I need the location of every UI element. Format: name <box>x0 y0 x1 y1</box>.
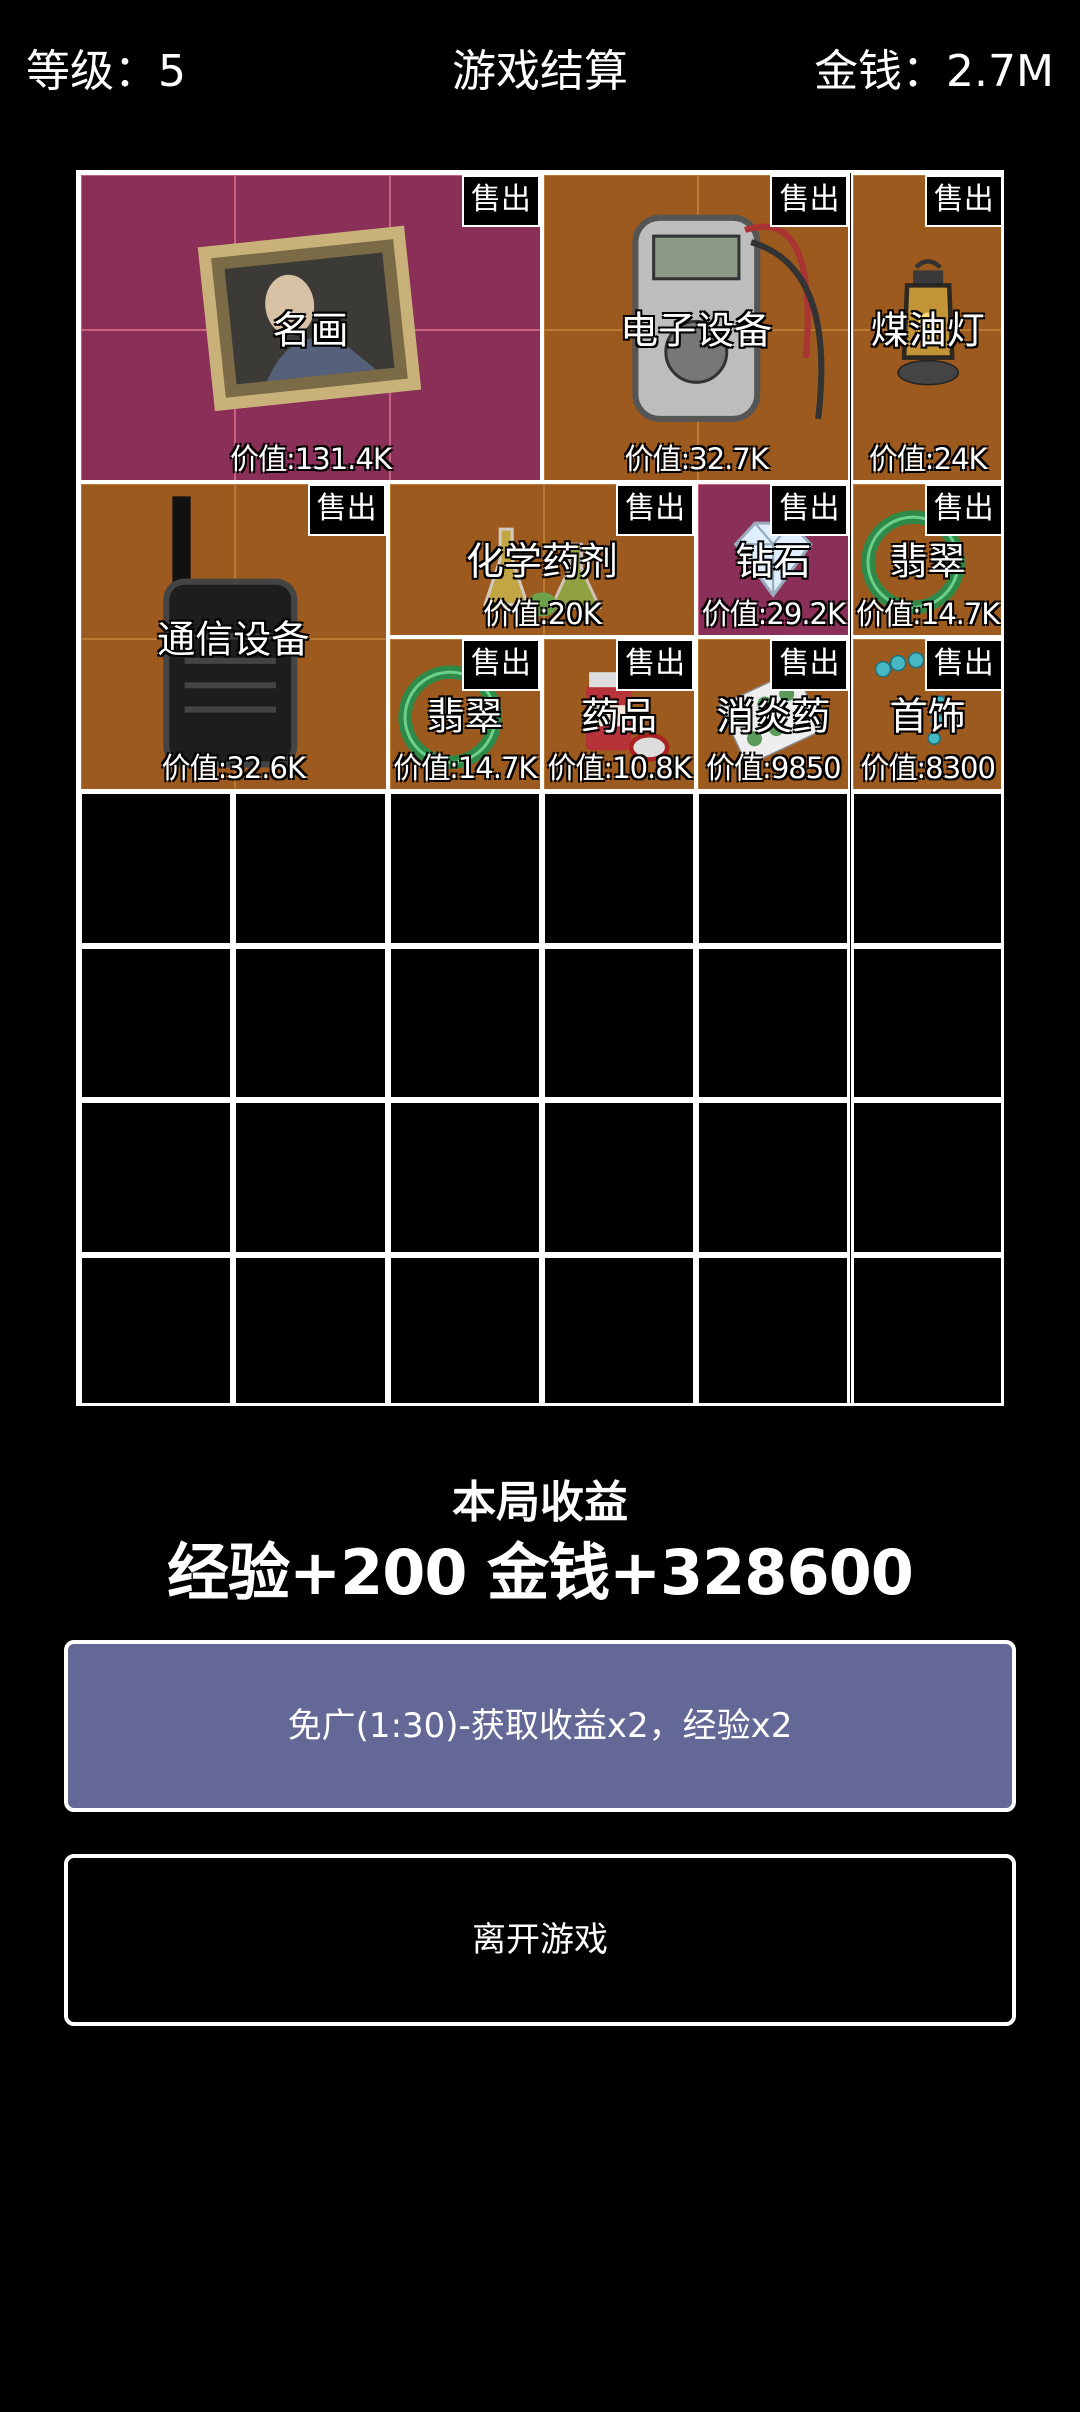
inventory-item[interactable]: 翡翠价值:14.7K 售出 <box>850 482 1001 637</box>
item-value: 价值:9850 <box>706 751 842 785</box>
inventory-item[interactable]: 电子设备价值:32.7K 售出 <box>541 173 851 482</box>
earnings-detail: 经验+200 金钱+328600 <box>167 1536 914 1609</box>
empty-slot[interactable] <box>696 791 851 946</box>
item-value: 价值:32.7K <box>624 442 769 476</box>
sell-button[interactable]: 售出 <box>924 175 1001 227</box>
item-value: 价值:14.7K <box>855 596 1000 631</box>
empty-slot[interactable] <box>387 1100 542 1255</box>
empty-slot[interactable] <box>233 1100 388 1255</box>
sell-button[interactable]: 售出 <box>461 638 540 691</box>
item-name: 名画 <box>272 307 349 352</box>
item-name: 消炎药 <box>716 694 831 739</box>
empty-slot[interactable] <box>696 945 851 1100</box>
item-name: 药品 <box>581 694 658 739</box>
empty-slot[interactable] <box>850 791 1001 946</box>
empty-slot[interactable] <box>850 945 1001 1100</box>
empty-slot[interactable] <box>233 945 388 1100</box>
item-name: 煤油灯 <box>870 307 985 352</box>
inventory-item[interactable]: 通信设备价值:32.6K 售出 <box>79 482 388 791</box>
empty-slot[interactable] <box>541 945 697 1100</box>
inventory-item[interactable]: 钻石价值:29.2K 售出 <box>696 482 851 637</box>
item-value: 价值:10.8K <box>547 751 691 785</box>
item-name: 电子设备 <box>620 307 773 352</box>
sell-button[interactable]: 售出 <box>770 484 849 536</box>
sell-button[interactable]: 售出 <box>924 638 1001 691</box>
earnings-title: 本局收益 <box>452 1477 628 1528</box>
item-name: 化学药剂 <box>465 539 618 584</box>
item-value: 价值:8300 <box>860 751 996 785</box>
item-value: 价值:131.4K <box>230 442 392 476</box>
empty-slot[interactable] <box>233 1254 388 1403</box>
empty-slot[interactable] <box>696 1100 851 1255</box>
item-name: 翡翠 <box>889 539 966 584</box>
item-value: 价值:29.2K <box>701 596 846 631</box>
empty-slot[interactable] <box>233 791 388 946</box>
inventory-grid: 名画 价值:131.4K 售出 电子设备 价值:32.7K 售出 煤油灯 价值:24K 售出 通信… <box>76 170 1004 1406</box>
item-value: 价值:14.7K <box>393 751 537 785</box>
inventory-item[interactable]: 翡翠价值:14.7K 售出 <box>387 636 542 791</box>
inventory-item[interactable]: 药品价值:10.8K 售出 <box>541 636 697 791</box>
sell-button[interactable]: 售出 <box>770 175 849 227</box>
item-value: 价值:32.6K <box>161 751 306 785</box>
item-name: 翡翠 <box>426 694 503 739</box>
empty-slot[interactable] <box>541 1254 697 1403</box>
inventory-item[interactable]: 首饰价值:8300 售出 <box>850 636 1001 791</box>
inventory-item[interactable]: 化学药剂价值:20K 售出 <box>387 482 697 637</box>
inventory-item[interactable]: 煤油灯价值:24K 售出 <box>850 173 1001 482</box>
item-name: 通信设备 <box>157 616 310 661</box>
item-name: 首饰 <box>889 694 966 739</box>
sell-button[interactable]: 售出 <box>616 484 695 536</box>
empty-slot[interactable] <box>387 1254 542 1403</box>
item-value: 价值:24K <box>868 442 988 476</box>
empty-slot[interactable] <box>79 791 234 946</box>
double-rewards-ad-button[interactable]: 免广(1:30)-获取收益x2，经验x2 <box>64 1640 1016 1812</box>
sell-button[interactable]: 售出 <box>924 484 1001 536</box>
empty-slot[interactable] <box>79 1254 234 1403</box>
empty-slot[interactable] <box>850 1100 1001 1255</box>
empty-slot[interactable] <box>541 1100 697 1255</box>
sell-button[interactable]: 售出 <box>307 484 386 536</box>
leave-game-button[interactable]: 离开游戏 <box>64 1854 1016 2026</box>
empty-slot[interactable] <box>79 945 234 1100</box>
sell-button[interactable]: 售出 <box>461 175 540 227</box>
item-value: 价值:20K <box>483 596 602 631</box>
empty-slot[interactable] <box>696 1254 851 1403</box>
inventory-item[interactable]: 名画价值:131.4K 售出 <box>79 173 542 482</box>
inventory-item[interactable]: 消炎药价值:9850 售出 <box>696 636 851 791</box>
empty-slot[interactable] <box>79 1100 234 1255</box>
empty-slot[interactable] <box>387 791 542 946</box>
sell-button[interactable]: 售出 <box>770 638 849 691</box>
empty-slot[interactable] <box>541 791 697 946</box>
item-name: 钻石 <box>735 539 812 584</box>
sell-button[interactable]: 售出 <box>616 638 695 691</box>
empty-slot[interactable] <box>850 1254 1001 1403</box>
empty-slot[interactable] <box>387 945 542 1100</box>
money-label: 金钱：2.7M <box>814 46 1054 97</box>
